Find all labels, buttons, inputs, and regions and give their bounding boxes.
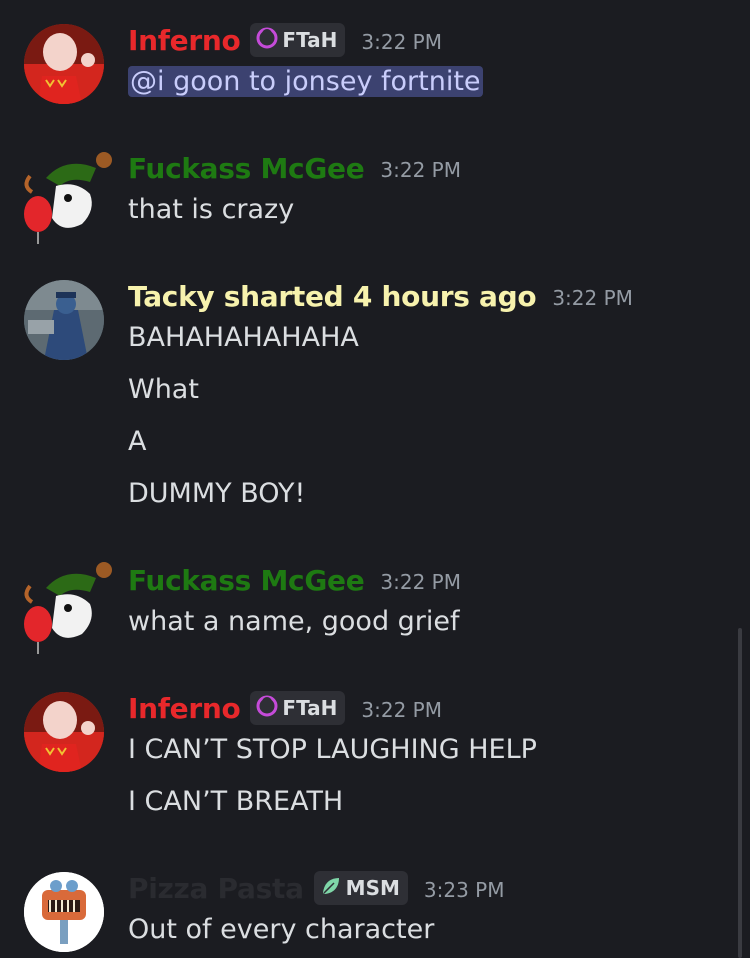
timestamp[interactable]: 3:22 PM xyxy=(361,26,442,54)
avatar[interactable] xyxy=(24,692,104,772)
user-mention[interactable]: @i goon to jonsey fortnite xyxy=(128,66,483,97)
fuckass-avatar-icon xyxy=(24,562,112,654)
timestamp[interactable]: 3:22 PM xyxy=(552,282,633,310)
message-header: Fuckass McGee 3:22 PM xyxy=(128,558,461,602)
message-text: I CAN’T STOP LAUGHING HELP xyxy=(128,734,537,765)
purple-moon-icon xyxy=(256,695,278,722)
purple-moon-icon xyxy=(256,27,278,54)
message-text: A xyxy=(128,426,147,457)
guild-tag-label: FTaH xyxy=(282,696,338,720)
timestamp[interactable]: 3:23 PM xyxy=(424,874,505,902)
username[interactable]: Pizza Pasta xyxy=(128,872,304,905)
message-text: @i goon to jonsey fortnite xyxy=(128,62,483,102)
timestamp[interactable]: 3:22 PM xyxy=(361,694,442,722)
avatar[interactable] xyxy=(24,280,104,360)
username[interactable]: Tacky sharted 4 hours ago xyxy=(128,280,537,313)
message-text: that is crazy xyxy=(128,194,295,225)
avatar[interactable] xyxy=(24,872,104,952)
guild-tag-badge[interactable]: FTaH xyxy=(250,23,346,57)
message-header: Pizza Pasta MSM 3:23 PM xyxy=(128,866,504,910)
timestamp[interactable]: 3:22 PM xyxy=(380,154,461,182)
username[interactable]: Fuckass McGee xyxy=(128,152,365,185)
guild-tag-label: FTaH xyxy=(282,28,338,52)
message-text: BAHAHAHAHAHA xyxy=(128,322,359,353)
fuckass-avatar-icon xyxy=(24,152,112,244)
timestamp[interactable]: 3:22 PM xyxy=(380,566,461,594)
tacky-avatar-icon xyxy=(24,280,104,360)
inferno-avatar-icon xyxy=(24,24,104,104)
guild-tag-badge[interactable]: FTaH xyxy=(250,691,346,725)
username[interactable]: Fuckass McGee xyxy=(128,564,365,597)
avatar[interactable] xyxy=(16,558,112,654)
avatar[interactable] xyxy=(24,24,104,104)
username[interactable]: Inferno xyxy=(128,692,241,725)
inferno-avatar-icon xyxy=(24,692,104,772)
message-text: Out of every character xyxy=(128,914,435,945)
message-text: I CAN’T BREATH xyxy=(128,786,344,817)
message-text: DUMMY BOY! xyxy=(128,478,306,509)
message-header: Tacky sharted 4 hours ago 3:22 PM xyxy=(128,274,633,318)
guild-tag-label: MSM xyxy=(345,876,400,900)
message-header: Fuckass McGee 3:22 PM xyxy=(128,146,461,190)
message-header: Inferno FTaH 3:22 PM xyxy=(128,686,442,730)
avatar[interactable] xyxy=(16,148,112,244)
green-leaf-icon xyxy=(320,875,342,902)
username[interactable]: Inferno xyxy=(128,24,241,57)
message-text: what a name, good grief xyxy=(128,606,460,637)
guild-tag-badge[interactable]: MSM xyxy=(313,871,408,905)
chat-message-list: Inferno FTaH 3:22 PM @i goon to jonsey f… xyxy=(0,0,750,958)
scrollbar[interactable] xyxy=(738,628,742,958)
message-header: Inferno FTaH 3:22 PM xyxy=(128,18,442,62)
message-text: What xyxy=(128,374,199,405)
pizza-avatar-icon xyxy=(24,872,104,952)
